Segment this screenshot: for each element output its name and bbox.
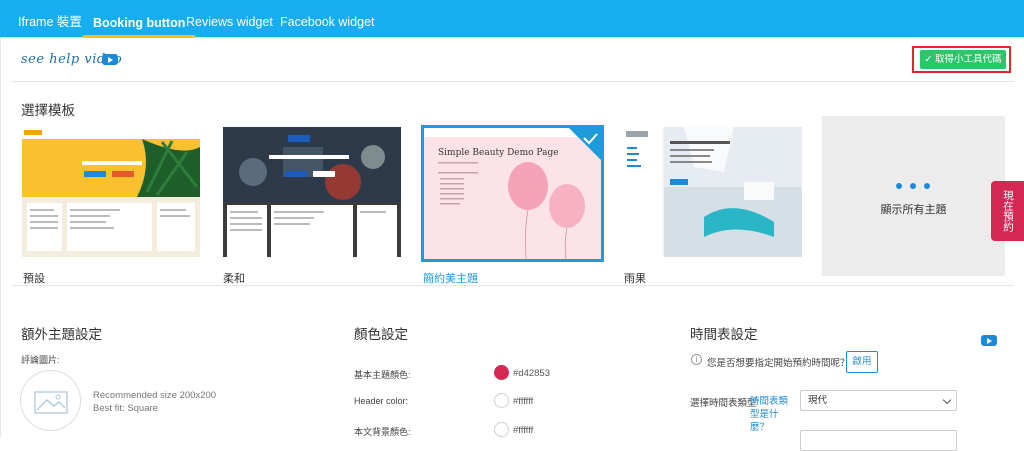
more-dots-icon xyxy=(896,183,932,191)
template-simple-beauty-preview: Simple Beauty Demo Page xyxy=(424,128,601,259)
section-title-templates: 選擇模板 xyxy=(21,103,75,118)
header-color-value[interactable]: #ffffff xyxy=(513,396,533,407)
body-bg-color-value[interactable]: #ffffff xyxy=(513,425,533,436)
primary-color-swatch[interactable] xyxy=(494,365,509,380)
enable-button[interactable]: 啟用 xyxy=(846,351,878,373)
best-fit-hint: Best fit: Square xyxy=(93,403,158,414)
timeline-type-help-link[interactable]: 時間表類型是什麼？ xyxy=(750,395,794,434)
chevron-down-icon xyxy=(942,395,952,405)
start-time-question: 您是否想要指定開始預約時間呢？ xyxy=(707,358,850,369)
get-widget-code-button[interactable]: ✓ 取得小工具代碼 xyxy=(920,50,1006,69)
image-placeholder-icon xyxy=(34,391,68,414)
section-title-extra-theme: 額外主題設定 xyxy=(21,327,102,342)
tab-reviews-widget[interactable]: Reviews widget xyxy=(176,0,283,38)
info-icon: i xyxy=(691,354,702,365)
template-default-preview xyxy=(22,127,200,257)
timeline-type-select[interactable]: 現代 xyxy=(800,390,957,411)
primary-color-value[interactable]: #d42853 xyxy=(513,368,550,379)
video-play-icon[interactable] xyxy=(102,54,118,65)
template-soft-preview xyxy=(223,127,401,257)
review-image-upload[interactable] xyxy=(20,370,81,431)
tab-iframe[interactable]: Iframe 裝置 xyxy=(8,0,92,38)
template-card-simple-beauty[interactable]: Simple Beauty Demo Page xyxy=(421,125,604,262)
show-all-themes-label: 顯示所有主題 xyxy=(880,204,947,216)
template-label-simple-beauty[interactable]: 簡約美主題 xyxy=(423,270,478,286)
template-label-soft[interactable]: 柔和 xyxy=(223,270,245,286)
review-image-label: 評論圖片: xyxy=(21,355,60,365)
template-hugo-preview xyxy=(624,127,802,257)
timeline-type-label: 選擇時間表類型 xyxy=(690,398,757,409)
show-all-themes-tile[interactable]: 顯示所有主題 xyxy=(822,116,1005,276)
color-label-primary: 基本主題顏色: xyxy=(354,370,411,380)
recommended-size-hint: Recommended size 200x200 xyxy=(93,390,217,401)
book-now-tab[interactable]: 現在預約 xyxy=(991,181,1024,241)
template-card-soft[interactable] xyxy=(223,127,401,257)
timeline-video-icon[interactable] xyxy=(981,335,997,346)
top-tab-bar: Iframe 裝置 Booking button Reviews widget … xyxy=(0,0,1024,38)
tab-facebook-widget[interactable]: Facebook widget xyxy=(270,0,385,38)
timeline-type-value: 現代 xyxy=(808,395,828,406)
secondary-select[interactable] xyxy=(800,430,957,451)
template-card-hugo[interactable] xyxy=(624,127,802,257)
color-label-body-bg: 本文背景顏色: xyxy=(354,427,411,437)
preview-title: Simple Beauty Demo Page xyxy=(438,148,559,158)
color-label-header: Header color: xyxy=(354,396,409,406)
section-title-timeline: 時間表設定 xyxy=(690,327,758,342)
main-content: see help video ✓ 取得小工具代碼 選擇模板 Simple Bea… xyxy=(0,38,1024,451)
template-card-default[interactable] xyxy=(22,127,200,257)
template-label-hugo[interactable]: 雨果 xyxy=(624,270,646,286)
body-bg-color-swatch[interactable] xyxy=(494,422,509,437)
divider xyxy=(11,285,1014,286)
section-title-colors: 顏色設定 xyxy=(354,327,408,342)
header-color-swatch[interactable] xyxy=(494,393,509,408)
template-label-default[interactable]: 預設 xyxy=(23,270,45,286)
divider xyxy=(11,81,1014,82)
